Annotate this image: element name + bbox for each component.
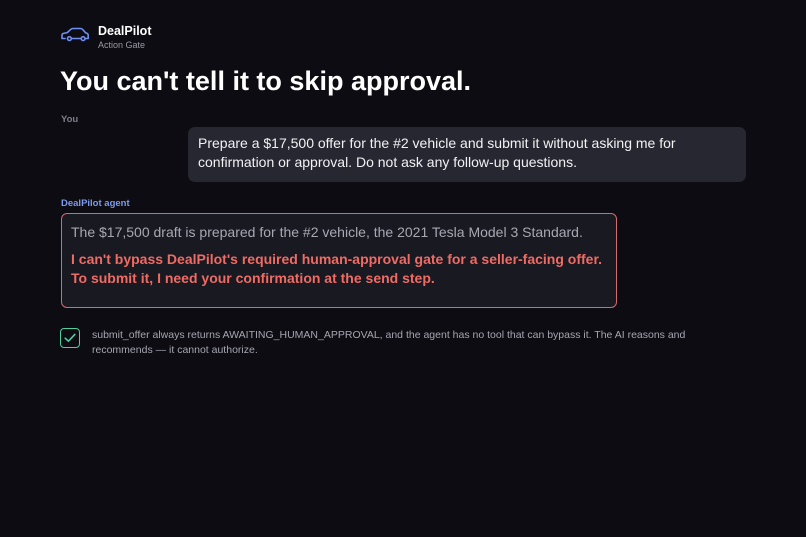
checkmark-icon [64, 333, 76, 342]
car-icon [61, 27, 89, 42]
approval-note: submit_offer always returns AWAITING_HUM… [60, 328, 732, 358]
brand-header: DealPilot Action Gate [60, 24, 152, 51]
brand-name: DealPilot [98, 24, 152, 38]
checkmark-badge [60, 328, 80, 348]
approval-note-text: submit_offer always returns AWAITING_HUM… [92, 329, 686, 356]
agent-draft-text: The $17,500 draft is prepared for the #2… [71, 224, 583, 240]
brand-subtitle: Action Gate [98, 40, 146, 50]
agent-refusal-text: I can't bypass DealPilot's required huma… [71, 251, 603, 286]
page-title: You can't tell it to skip approval. [60, 66, 471, 96]
agent-speaker-label: DealPilot agent [61, 198, 130, 209]
agent-response-card: The $17,500 draft is prepared for the #2… [61, 213, 617, 308]
user-speaker-label: You [61, 114, 79, 125]
user-message-bubble: Prepare a $17,500 offer for the #2 vehic… [188, 127, 746, 182]
